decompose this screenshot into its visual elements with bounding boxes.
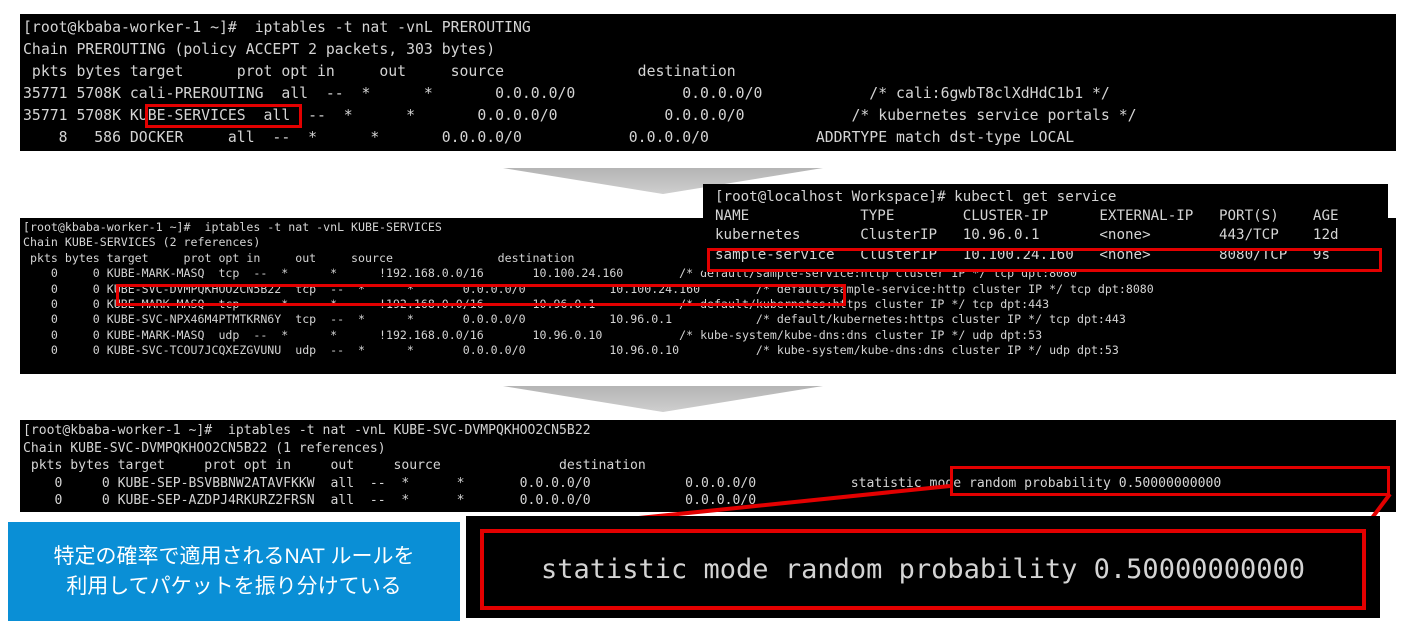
down-arrow-icon xyxy=(503,386,823,412)
terminal-prerouting: [root@kbaba-worker-1 ~]# iptables -t nat… xyxy=(20,14,1396,151)
terminal-line: 8 586 DOCKER all -- * * 0.0.0.0/0 0.0.0.… xyxy=(23,129,1075,146)
highlight-kube-svc-row xyxy=(116,284,846,306)
highlight-statistic-mode xyxy=(950,466,1390,496)
terminal-line: 0 0 KUBE-SVC-TCOU7JCQXEZGVUNU udp -- * *… xyxy=(23,343,1119,358)
callout-explanation: 特定の確率で適用されるNAT ルールを 利用してパケットを振り分けている xyxy=(8,522,460,621)
terminal-line: 0 0 KUBE-SVC-NPX46M4PTMTKRN6Y tcp -- * *… xyxy=(23,312,1126,327)
terminal-line: 35771 5708K cali-PREROUTING all -- * * 0… xyxy=(23,85,1110,102)
zoomed-statistic-text: statistic mode random probability 0.5000… xyxy=(480,529,1366,610)
terminal-line: Chain KUBE-SVC-DVMPQKHOO2CN5B22 (1 refer… xyxy=(23,440,386,456)
terminal-line: [root@kbaba-worker-1 ~]# iptables -t nat… xyxy=(23,423,591,438)
terminal-line: kubernetes ClusterIP 10.96.0.1 <none> 44… xyxy=(715,227,1339,244)
terminal-line: pkts bytes target prot opt in out source… xyxy=(23,63,736,80)
terminal-line: Chain PREROUTING (policy ACCEPT 2 packet… xyxy=(23,41,496,58)
callout-line: 特定の確率で適用されるNAT ルールを xyxy=(53,544,415,568)
highlight-kube-services xyxy=(145,104,302,128)
terminal-line: NAME TYPE CLUSTER-IP EXTERNAL-IP PORT(S)… xyxy=(715,208,1339,225)
terminal-line: [root@localhost Workspace]# kubectl get … xyxy=(715,189,1117,205)
callout-line: 利用してパケットを振り分けている xyxy=(66,574,402,598)
terminal-line: 0 0 KUBE-MARK-MASQ udp -- * * !192.168.0… xyxy=(23,327,1043,342)
terminal-line: [root@kbaba-worker-1 ~]# iptables -t nat… xyxy=(23,19,531,36)
highlight-sample-service-row xyxy=(707,248,1382,272)
